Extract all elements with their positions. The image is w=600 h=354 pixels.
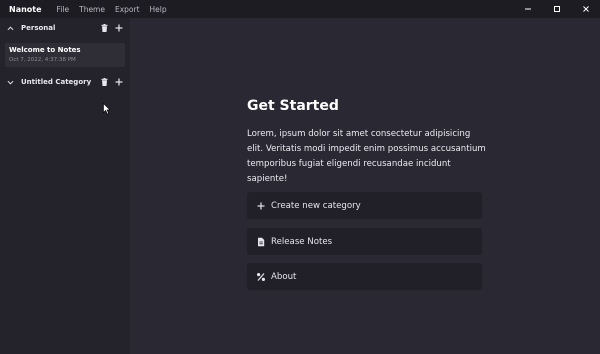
menu-export[interactable]: Export [115,5,140,14]
note-title: Welcome to Notes [9,46,81,54]
add-note-icon[interactable] [115,78,123,86]
close-button[interactable] [571,0,600,18]
intro-text: Lorem, ipsum dolor sit amet consectetur … [247,129,486,184]
category-label: Personal [21,24,56,32]
maximize-icon [553,6,560,12]
page-title: Get Started [247,98,339,114]
app-window: Nanote File Theme Export Help Personal W… [0,0,600,354]
main-panel: Get Started Lorem, ipsum dolor sit amet … [130,18,600,354]
close-icon [582,6,589,12]
add-note-icon[interactable] [115,24,123,32]
create-category-label: Create new category [271,200,361,211]
maximize-button[interactable] [542,0,571,18]
sidebar: Personal Welcome to Notes Oct 7, 2022, 4… [0,18,130,354]
percent-icon [257,272,265,281]
menu-file[interactable]: File [57,5,70,14]
menu-help[interactable]: Help [150,5,167,14]
title-bar: Nanote File Theme Export Help [0,0,600,18]
chevron-down-icon[interactable] [7,79,14,86]
plus-icon [257,202,265,209]
about-label: About [271,271,297,282]
category-label: Untitled Category [21,78,92,86]
trash-icon[interactable] [101,78,108,86]
minimize-icon [524,8,531,10]
minimize-button[interactable] [513,0,542,18]
window-controls [513,0,600,18]
create-category-button[interactable]: Create new category [247,192,482,219]
chevron-up-icon[interactable] [7,25,14,32]
category-personal[interactable]: Personal [0,18,130,38]
trash-icon[interactable] [101,24,108,32]
document-icon [258,237,265,246]
menu-theme[interactable]: Theme [79,5,105,14]
note-item[interactable]: Welcome to Notes Oct 7, 2022, 4:37:38 PM [5,43,125,67]
app-name: Nanote [9,4,42,14]
mouse-cursor-icon [103,103,111,115]
category-untitled[interactable]: Untitled Category [0,72,130,92]
release-notes-button[interactable]: Release Notes [247,228,482,255]
about-button[interactable]: About [247,263,482,290]
note-date: Oct 7, 2022, 4:37:38 PM [9,57,76,63]
release-notes-label: Release Notes [271,236,333,247]
